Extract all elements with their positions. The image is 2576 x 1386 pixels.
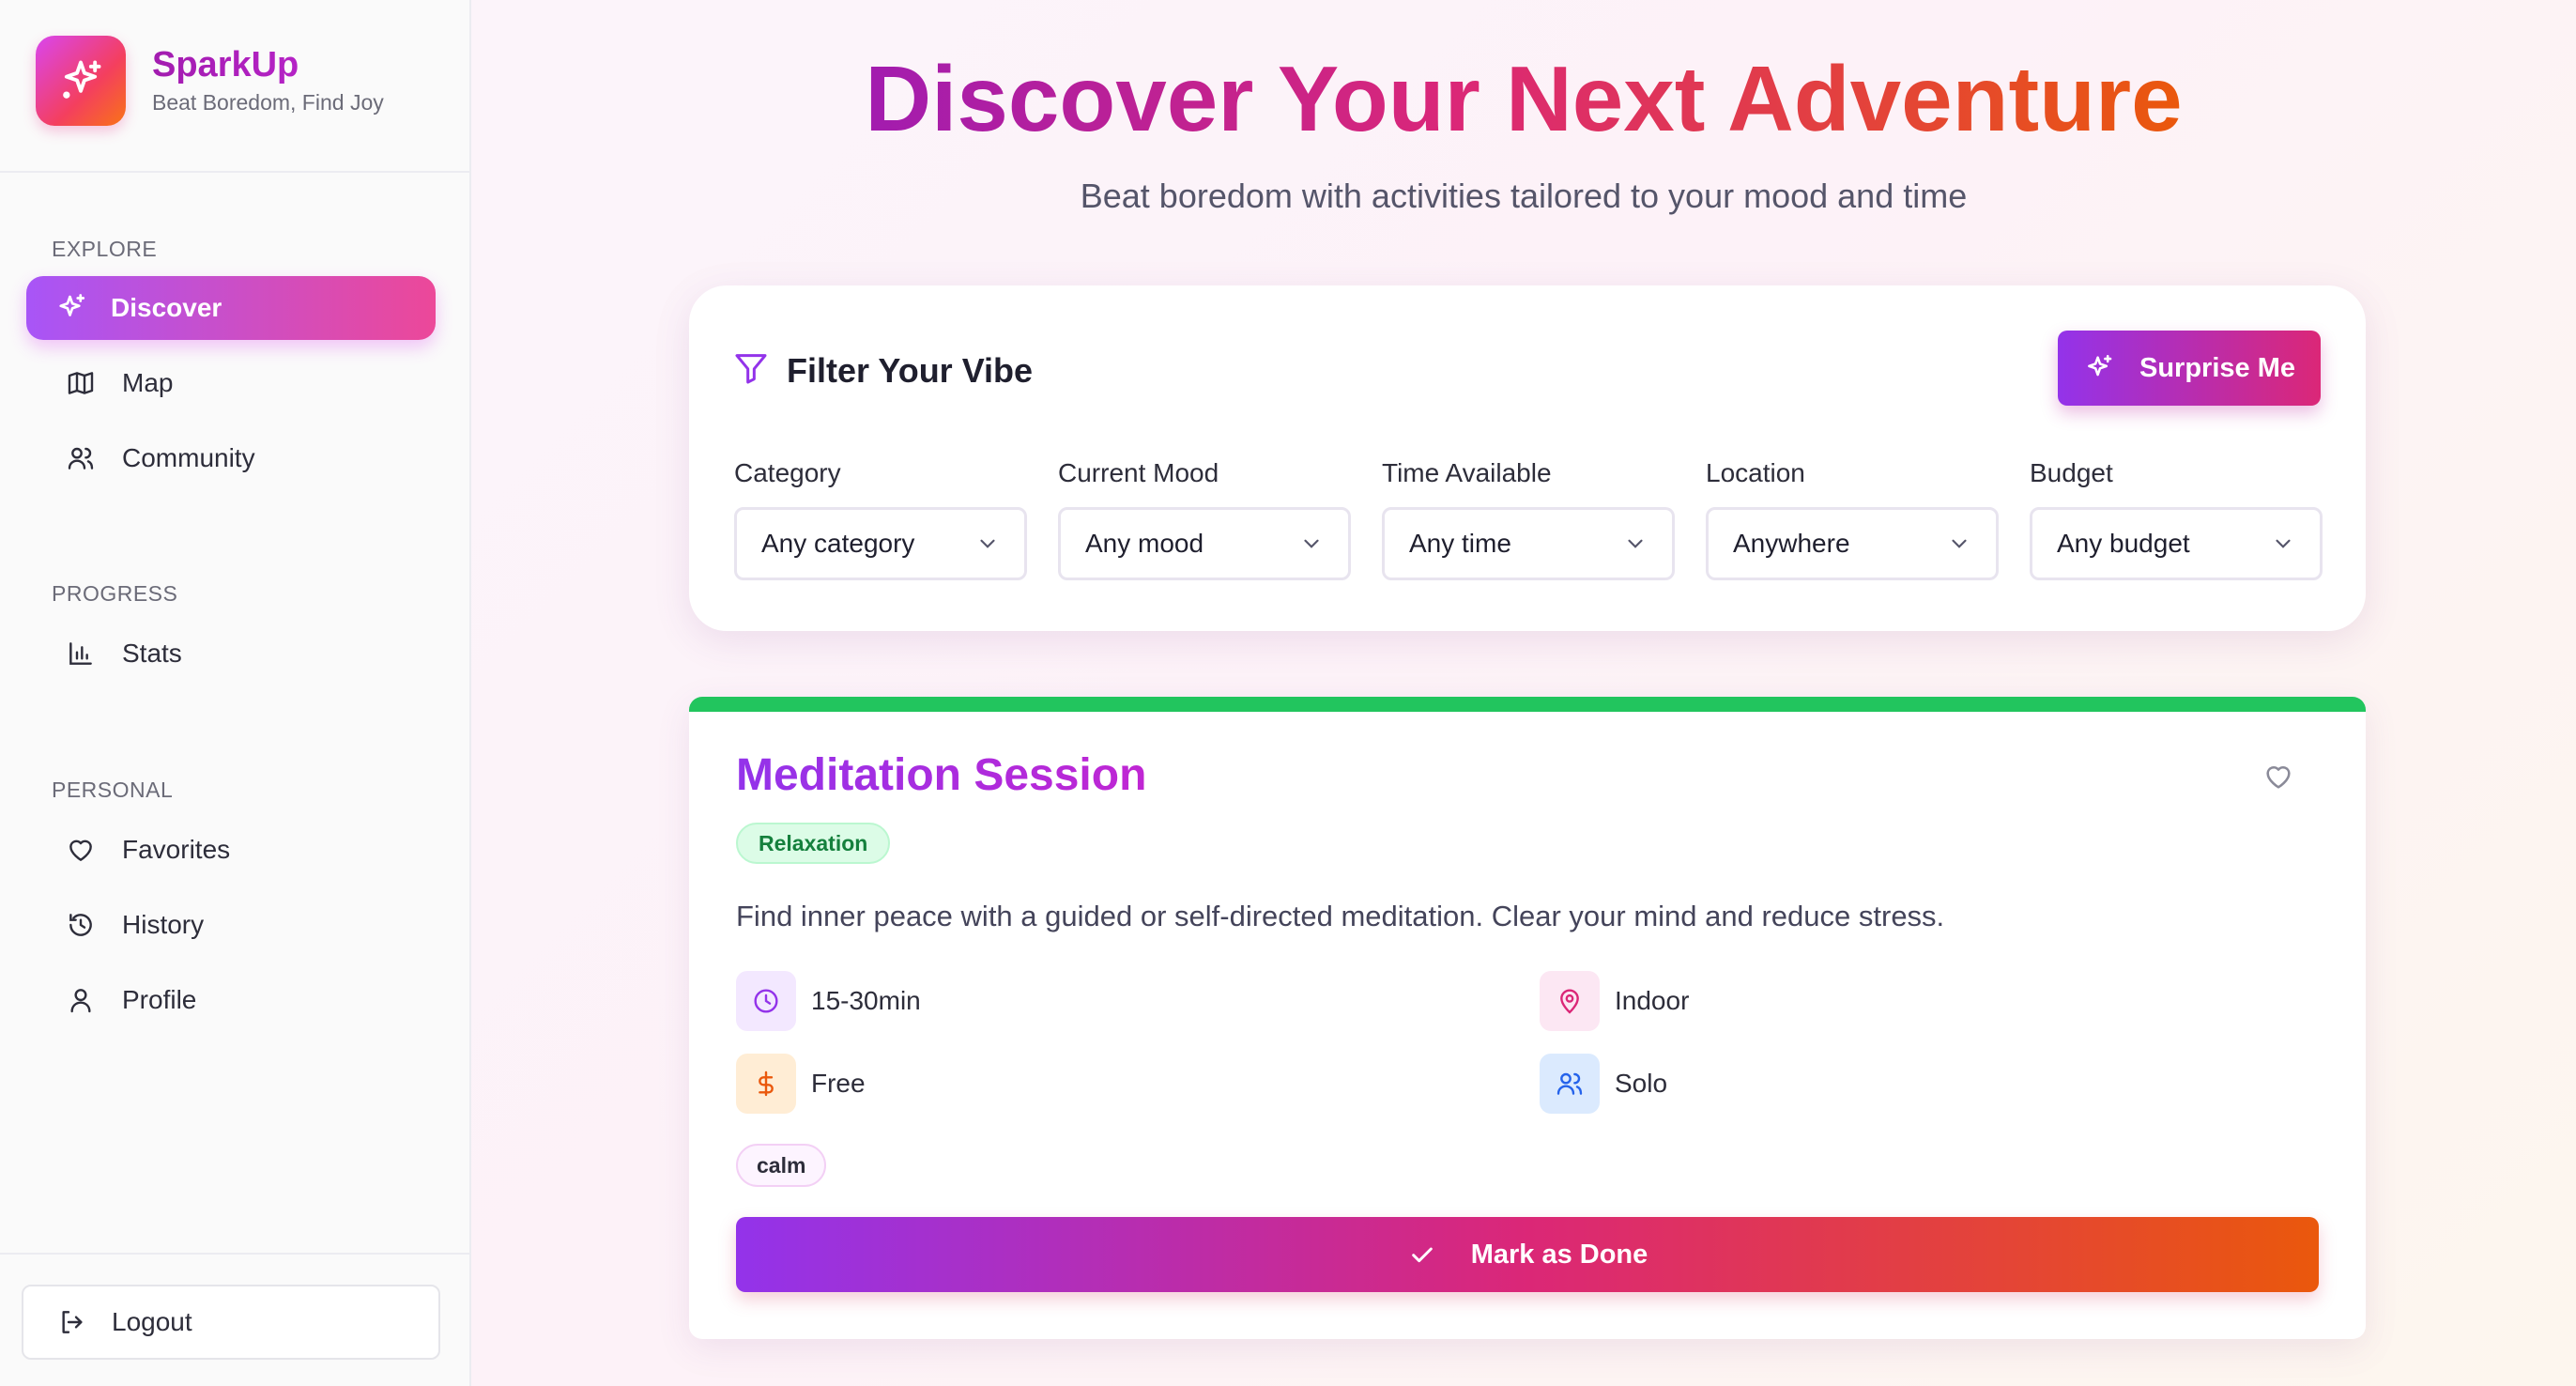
divider bbox=[0, 1253, 471, 1255]
sidebar-item-label: Favorites bbox=[122, 835, 231, 864]
chevron-down-icon bbox=[1628, 539, 1643, 548]
section-label-progress: PROGRESS bbox=[52, 581, 178, 606]
chevron-down-icon bbox=[1952, 539, 1967, 548]
sparkles-icon bbox=[54, 291, 88, 325]
sidebar-item-favorites[interactable]: Favorites bbox=[26, 818, 436, 882]
chevron-down-icon bbox=[2276, 539, 2291, 548]
time-select[interactable]: Any time bbox=[1382, 507, 1675, 580]
page-title: Discover Your Next Adventure bbox=[865, 47, 2183, 150]
filter-category: Category Any category bbox=[734, 458, 1027, 580]
surprise-me-button[interactable]: Surprise Me bbox=[2058, 331, 2321, 406]
select-value: Any mood bbox=[1085, 529, 1204, 558]
filter-label: Location bbox=[1706, 458, 1805, 487]
sidebar: SparkUp Beat Boredom, Find Joy EXPLORE D… bbox=[0, 0, 471, 1386]
select-value: Any time bbox=[1409, 529, 1511, 558]
map-icon bbox=[64, 366, 98, 400]
mark-as-done-label: Mark as Done bbox=[1470, 1239, 1648, 1270]
sidebar-item-community[interactable]: Community bbox=[26, 426, 436, 490]
section-label-explore: EXPLORE bbox=[52, 237, 158, 261]
sidebar-item-label: Discover bbox=[111, 293, 222, 322]
select-value: Any category bbox=[761, 529, 915, 558]
user-icon bbox=[64, 983, 98, 1017]
filter-label: Current Mood bbox=[1058, 458, 1219, 487]
filter-label: Category bbox=[734, 458, 841, 487]
bar-chart-icon bbox=[64, 637, 98, 670]
filter-icon bbox=[732, 349, 770, 392]
cost-meta: Free bbox=[736, 1054, 866, 1114]
section-label-personal: PERSONAL bbox=[52, 778, 174, 802]
divider bbox=[0, 171, 471, 173]
filter-title: Filter Your Vibe bbox=[787, 350, 1034, 390]
sidebar-item-history[interactable]: History bbox=[26, 893, 436, 957]
chevron-down-icon bbox=[1304, 539, 1319, 548]
logout-button[interactable]: Logout bbox=[22, 1285, 440, 1360]
filter-time: Time Available Any time bbox=[1382, 458, 1675, 580]
filter-panel: Filter Your Vibe Surprise Me Category An… bbox=[689, 285, 2366, 631]
page-subtitle: Beat boredom with activities tailored to… bbox=[1080, 177, 1968, 215]
clock-icon bbox=[736, 971, 796, 1031]
brand-name: SparkUp bbox=[152, 45, 384, 85]
budget-select[interactable]: Any budget bbox=[2030, 507, 2323, 580]
history-icon bbox=[64, 908, 98, 942]
brand-tagline: Beat Boredom, Find Joy bbox=[152, 90, 384, 116]
check-icon bbox=[1407, 1240, 1437, 1270]
category-color-bar bbox=[689, 697, 2366, 712]
filter-label: Time Available bbox=[1382, 458, 1552, 487]
cost-value: Free bbox=[811, 1069, 866, 1098]
filter-budget: Budget Any budget bbox=[2030, 458, 2323, 580]
category-badge: Relaxation bbox=[736, 823, 891, 864]
sidebar-item-discover[interactable]: Discover bbox=[26, 276, 436, 340]
mark-as-done-button[interactable]: Mark as Done bbox=[736, 1217, 2319, 1292]
select-value: Anywhere bbox=[1733, 529, 1850, 558]
sidebar-item-label: Profile bbox=[122, 985, 197, 1014]
location-value: Indoor bbox=[1615, 986, 1690, 1015]
surprise-me-label: Surprise Me bbox=[2139, 352, 2295, 383]
sparkles-icon bbox=[2083, 352, 2115, 384]
category-select[interactable]: Any category bbox=[734, 507, 1027, 580]
mood-tag: calm bbox=[736, 1144, 827, 1187]
chevron-down-icon bbox=[980, 539, 995, 548]
group-value: Solo bbox=[1615, 1069, 1668, 1098]
activity-description: Find inner peace with a guided or self-d… bbox=[736, 900, 1945, 932]
favorite-heart-icon[interactable] bbox=[2262, 761, 2294, 797]
brand[interactable]: SparkUp Beat Boredom, Find Joy bbox=[36, 34, 384, 128]
group-meta: Solo bbox=[1540, 1054, 1667, 1114]
sidebar-item-label: History bbox=[122, 910, 205, 939]
users-icon bbox=[64, 441, 98, 475]
sidebar-item-label: Map bbox=[122, 368, 174, 397]
activity-title: Meditation Session bbox=[736, 750, 1147, 800]
sidebar-item-label: Community bbox=[122, 443, 255, 472]
sidebar-item-profile[interactable]: Profile bbox=[26, 968, 436, 1032]
sidebar-item-stats[interactable]: Stats bbox=[26, 622, 436, 685]
sparkles-logo-icon bbox=[36, 36, 126, 126]
filter-location: Location Anywhere bbox=[1706, 458, 1999, 580]
activity-card: Meditation Session Relaxation Find inner… bbox=[689, 697, 2366, 1339]
duration-value: 15-30min bbox=[811, 986, 921, 1015]
users-icon bbox=[1540, 1054, 1600, 1114]
sidebar-item-label: Stats bbox=[122, 639, 182, 668]
dollar-icon bbox=[736, 1054, 796, 1114]
logout-icon bbox=[57, 1307, 87, 1337]
location-select[interactable]: Anywhere bbox=[1706, 507, 1999, 580]
map-pin-icon bbox=[1540, 971, 1600, 1031]
logout-label: Logout bbox=[112, 1307, 192, 1336]
mood-select[interactable]: Any mood bbox=[1058, 507, 1351, 580]
select-value: Any budget bbox=[2057, 529, 2190, 558]
location-meta: Indoor bbox=[1540, 971, 1689, 1031]
heart-icon bbox=[64, 833, 98, 867]
duration-meta: 15-30min bbox=[736, 971, 921, 1031]
sidebar-item-map[interactable]: Map bbox=[26, 351, 436, 415]
filter-header: Filter Your Vibe bbox=[732, 349, 1033, 392]
filter-label: Budget bbox=[2030, 458, 2113, 487]
filter-mood: Current Mood Any mood bbox=[1058, 458, 1351, 580]
